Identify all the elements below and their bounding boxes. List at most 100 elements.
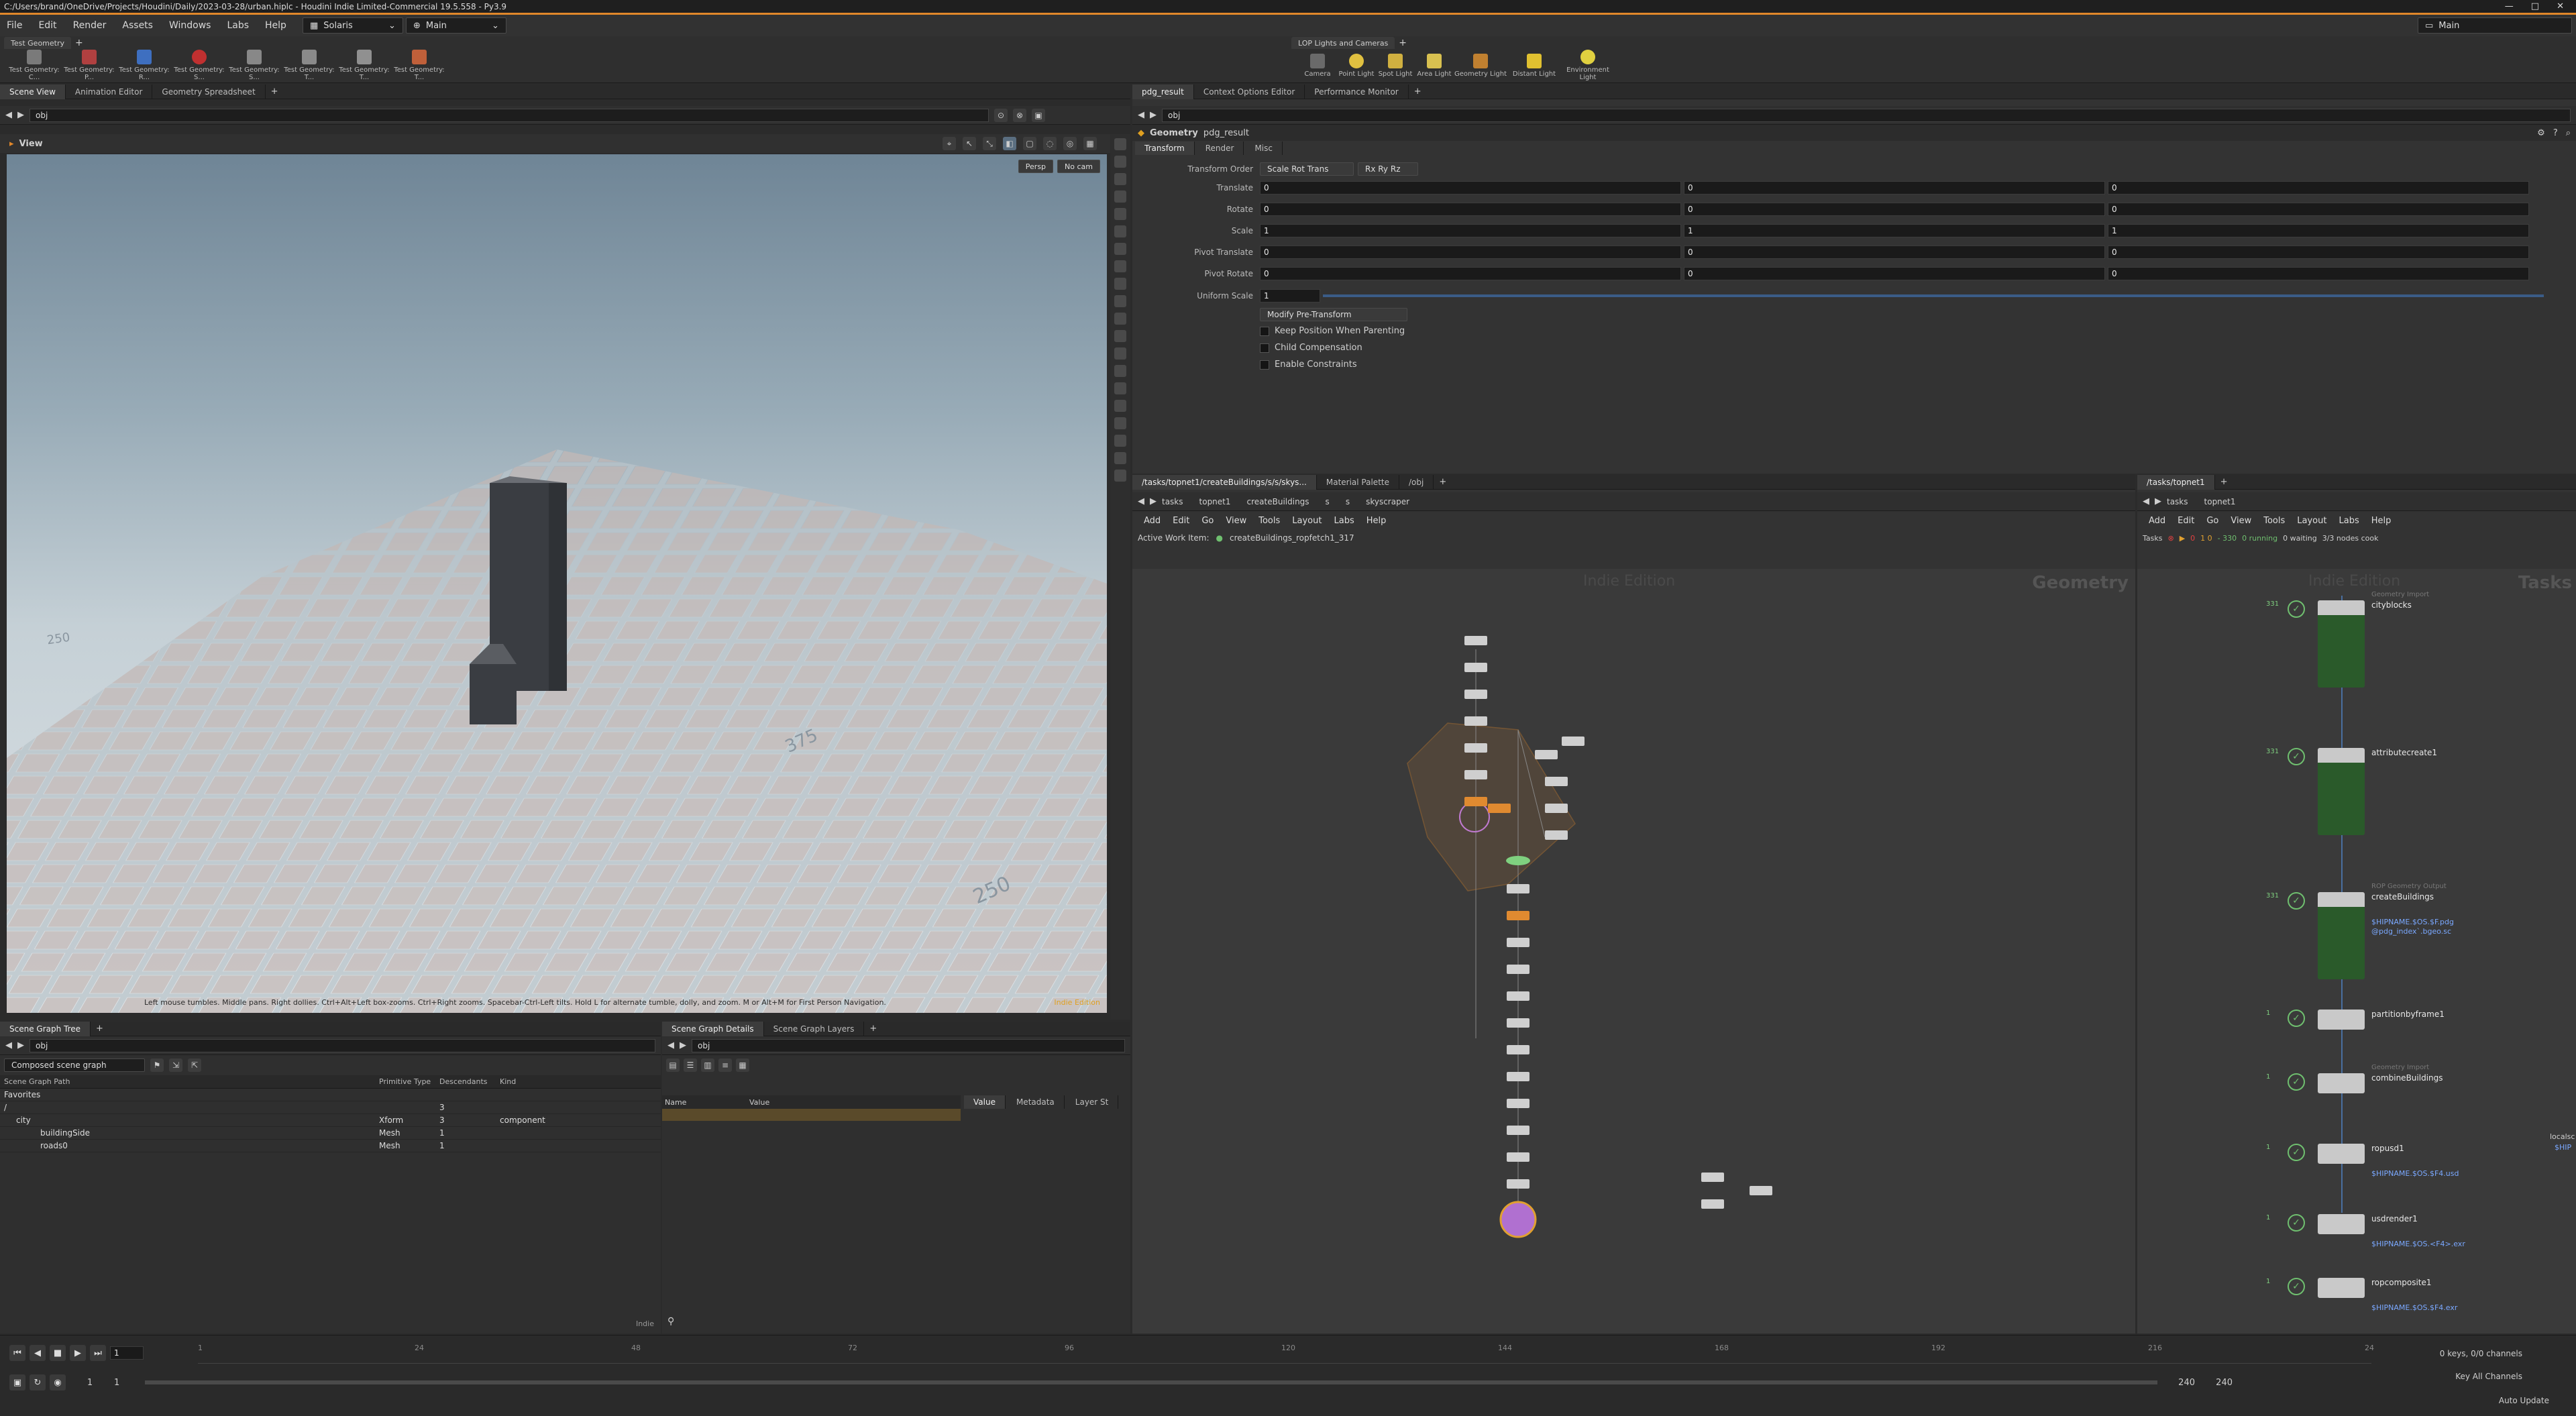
add-tab-icon[interactable]: +	[2215, 477, 2233, 487]
task-node[interactable]	[2318, 1144, 2365, 1164]
camera-icon[interactable]: ▣	[1032, 108, 1045, 122]
network-node[interactable]	[1507, 991, 1529, 1001]
shelf-tool[interactable]: Test Geometry: T...	[392, 50, 447, 81]
network-node[interactable]	[1464, 716, 1487, 726]
range-start[interactable]: 1	[70, 1378, 110, 1388]
network-node[interactable]	[1507, 1126, 1529, 1135]
param-field[interactable]: 1	[2108, 224, 2529, 237]
tab-scene-graph-tree[interactable]: Scene Graph Tree	[0, 1021, 91, 1036]
shelf-tool[interactable]: Test Geometry: S...	[172, 50, 227, 81]
tab-network-path[interactable]: /tasks/topnet1/createBuildings/s/s/skys.…	[1132, 474, 1317, 490]
tree-row[interactable]: / 3	[0, 1101, 661, 1114]
param-field[interactable]: 0	[1684, 203, 2105, 216]
tool-icon[interactable]	[1114, 243, 1126, 255]
filter-icon[interactable]: ⚑	[150, 1058, 164, 1072]
back-icon[interactable]: ◀	[667, 1040, 674, 1050]
column-header[interactable]: Value	[749, 1098, 769, 1107]
network-node[interactable]	[1507, 965, 1529, 974]
sgt-path-field[interactable]: obj	[30, 1038, 655, 1052]
range-end-2[interactable]: 240	[2199, 1378, 2233, 1388]
shelf-tool[interactable]: Test Geometry: T...	[282, 50, 337, 81]
shelf-tab-lights[interactable]: LOP Lights and Cameras	[1291, 37, 1395, 49]
column-header[interactable]: Primitive Type	[379, 1077, 439, 1086]
range-start-2[interactable]: 1	[114, 1378, 141, 1388]
view-mode-icon[interactable]: ▦	[736, 1058, 749, 1072]
pin-icon[interactable]: ⊙	[994, 108, 1008, 122]
key-all-channels[interactable]: Key All Channels	[2455, 1372, 2522, 1381]
network-node[interactable]	[1507, 1072, 1529, 1081]
breadcrumb-item[interactable]: s	[1326, 497, 1330, 506]
tool-icon[interactable]	[1114, 156, 1126, 168]
add-tab-icon[interactable]: +	[266, 87, 284, 97]
viewport-3d[interactable]: 250 375 250 Persp No cam Left mouse tumb…	[7, 154, 1107, 1013]
audio-icon[interactable]: ◉	[50, 1374, 66, 1391]
tool-icon[interactable]	[1114, 330, 1126, 342]
network-node[interactable]	[1464, 743, 1487, 753]
scene-graph-mode-select[interactable]: Composed scene graph	[4, 1058, 145, 1072]
tab-value[interactable]: Value	[964, 1095, 1006, 1109]
param-field[interactable]: 0	[1260, 246, 1681, 259]
tab-material-palette[interactable]: Material Palette	[1317, 474, 1399, 490]
menu-edit[interactable]: Edit	[1167, 516, 1195, 526]
child-compensation-checkbox[interactable]	[1260, 343, 1269, 353]
tab-pdg-result[interactable]: pdg_result	[1132, 84, 1194, 99]
enable-constraints-checkbox[interactable]	[1260, 360, 1269, 370]
task-node[interactable]	[2318, 600, 2365, 688]
add-tab-icon[interactable]: +	[91, 1024, 109, 1034]
param-field[interactable]: 0	[2108, 246, 2529, 259]
network-node[interactable]	[1545, 830, 1568, 840]
desktop-dropdown[interactable]: ⊕ Main ⌄	[405, 17, 506, 34]
task-node[interactable]	[2318, 1278, 2365, 1298]
shelf-tool[interactable]: Test Geometry: S...	[227, 50, 282, 81]
stop-icon[interactable]: ■	[50, 1345, 66, 1361]
menu-labs[interactable]: Labs	[1328, 516, 1360, 526]
cook-icon[interactable]: ▶	[2180, 534, 2185, 543]
range-slider[interactable]	[145, 1380, 2157, 1384]
tool-icon[interactable]	[1114, 382, 1126, 394]
column-header[interactable]: Kind	[500, 1077, 580, 1086]
modify-pre-transform-menu[interactable]: Modify Pre-Transform	[1260, 308, 1407, 321]
task-node[interactable]	[2318, 1214, 2365, 1234]
param-field[interactable]: 0	[1684, 181, 2105, 195]
forward-icon[interactable]: ▶	[1150, 496, 1157, 506]
network-node[interactable]	[1507, 884, 1529, 893]
add-tab-icon[interactable]: +	[1399, 38, 1407, 48]
tab-scene-graph-layers[interactable]: Scene Graph Layers	[764, 1021, 865, 1036]
back-icon[interactable]: ◀	[5, 110, 12, 120]
network-node[interactable]	[1464, 770, 1487, 779]
shelf-tool-spot-light[interactable]: Spot Light	[1376, 53, 1415, 78]
network-node[interactable]	[1488, 804, 1511, 813]
network-node[interactable]	[1507, 1179, 1529, 1189]
transform-order-select[interactable]: Scale Rot Trans	[1260, 162, 1354, 176]
param-field[interactable]: 0	[1684, 267, 2105, 280]
shelf-tool-camera[interactable]: Camera	[1298, 53, 1337, 78]
view-mode-icon[interactable]: ≡	[718, 1058, 732, 1072]
view-mode-icon[interactable]: ☰	[684, 1058, 697, 1072]
tab-performance-monitor[interactable]: Performance Monitor	[1305, 84, 1409, 99]
network-node[interactable]	[1464, 797, 1487, 806]
shelf-tool-geometry-light[interactable]: Geometry Light	[1454, 53, 1507, 78]
transform-icon[interactable]: ⤡	[983, 137, 996, 150]
uniform-scale-field[interactable]: 1	[1260, 288, 1320, 303]
breadcrumb-item[interactable]: skyscraper	[1366, 497, 1409, 506]
keep-position-checkbox[interactable]	[1260, 326, 1269, 336]
menu-help[interactable]: Help	[2365, 516, 2398, 526]
loop-icon[interactable]: ↻	[30, 1374, 46, 1391]
network-node[interactable]	[1507, 938, 1529, 947]
forward-icon[interactable]: ▶	[1150, 110, 1157, 120]
tool-icon[interactable]	[1114, 173, 1126, 185]
view-mode-icon[interactable]: ▤	[666, 1058, 680, 1072]
tab-layer-stack[interactable]: Layer St	[1066, 1095, 1119, 1109]
tool-icon[interactable]	[1114, 470, 1126, 482]
menu-tools[interactable]: Tools	[1252, 516, 1286, 526]
network-node[interactable]	[1750, 1186, 1772, 1195]
menu-windows[interactable]: Windows	[162, 20, 218, 31]
filter-icon[interactable]: ⚲	[667, 1316, 674, 1327]
back-icon[interactable]: ◀	[1138, 110, 1144, 120]
param-field[interactable]: 0	[2108, 267, 2529, 280]
auto-update[interactable]: Auto Update	[2499, 1396, 2549, 1405]
shelf-tool-env-light[interactable]: Environment Light	[1561, 50, 1615, 81]
add-tab-icon[interactable]: +	[1409, 87, 1427, 97]
shelf-tool[interactable]: Test Geometry: C...	[7, 50, 62, 81]
shelf-tool-distant-light[interactable]: Distant Light	[1507, 53, 1561, 78]
